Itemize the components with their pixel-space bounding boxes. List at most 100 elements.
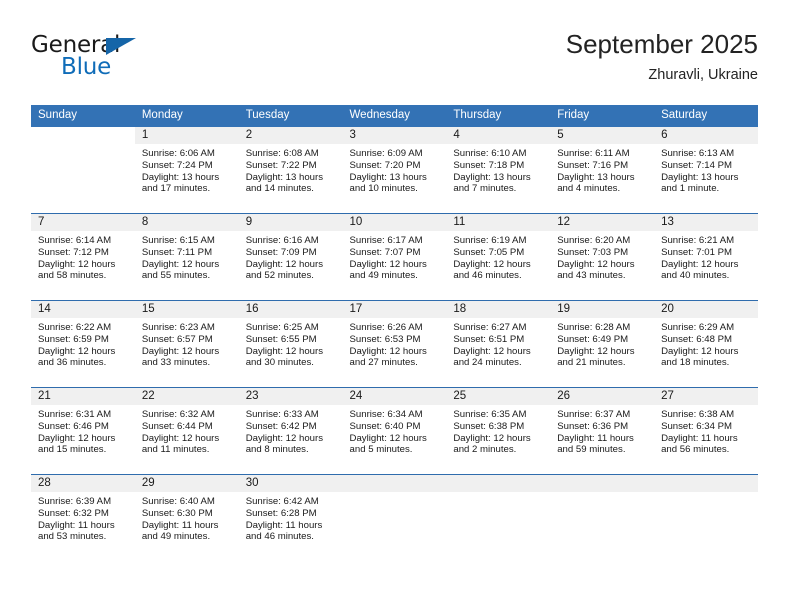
day-number: 28 [31,475,135,492]
daylight-duration-line1: Daylight: 12 hours [245,345,324,357]
daylight-duration-line2: and 55 minutes. [141,270,211,282]
day-cell-empty [550,475,655,561]
daylight-duration-line2: and 27 minutes. [349,357,418,369]
day-cell[interactable]: 16 Sunrise: 6:25 AM Sunset: 6:55 PM Dayligh… [238,301,343,387]
day-cell[interactable]: 4 Sunrise: 6:10 AM Sunset: 7:18 PM Daylight… [446,127,551,213]
sunset-time: Sunset: 7:18 PM [453,159,525,171]
day-number: 6 [654,127,758,144]
calendar-week-row: 1 Sunrise: 6:06 AM Sunset: 7:24 PM Daylight… [31,127,758,214]
daylight-duration-line1: Daylight: 11 hours [38,519,115,531]
day-cell[interactable]: 8 Sunrise: 6:15 AM Sunset: 7:11 PM Daylight… [134,214,239,300]
daylight-duration-line1: Daylight: 12 hours [557,345,635,357]
sunrise-time: Sunrise: 6:08 AM [245,148,319,159]
day-number: 25 [446,388,551,405]
day-number: 20 [654,301,758,318]
day-cell[interactable]: 12 Sunrise: 6:20 AM Sunset: 7:03 PM Dayligh… [550,214,655,300]
sunrise-time: Sunrise: 6:20 AM [557,235,631,246]
calendar-cell [31,127,135,214]
day-cell[interactable]: 15 Sunrise: 6:23 AM Sunset: 6:57 PM Dayligh… [134,301,239,387]
calendar-cell: 5 Sunrise: 6:11 AM Sunset: 7:16 PM Daylight… [550,127,655,214]
day-number: 19 [550,301,655,318]
calendar-week-row: 7 Sunrise: 6:14 AM Sunset: 7:12 PM Daylight… [31,213,758,301]
day-cell[interactable]: 30 Sunrise: 6:42 AM Sunset: 6:28 PM Dayligh… [238,475,343,561]
daylight-duration-line1: Daylight: 13 hours [661,171,739,183]
calendar-cell: 7 Sunrise: 6:14 AM Sunset: 7:12 PM Daylight… [31,213,135,301]
sunrise-time: Sunrise: 6:16 AM [245,235,319,246]
day-cell[interactable]: 22 Sunrise: 6:32 AM Sunset: 6:44 PM Dayligh… [134,388,239,474]
weekday-header-tuesday: Tuesday [238,105,343,127]
daylight-duration-line1: Daylight: 11 hours [661,432,738,444]
sunset-time: Sunset: 7:24 PM [141,159,213,171]
calendar-cell [342,474,447,561]
day-cell[interactable]: 5 Sunrise: 6:11 AM Sunset: 7:16 PM Daylight… [550,127,655,213]
sunrise-time: Sunrise: 6:26 AM [349,322,423,333]
day-number: 4 [446,127,551,144]
sunset-time: Sunset: 6:42 PM [245,420,317,432]
day-cell[interactable]: 24 Sunrise: 6:34 AM Sunset: 6:40 PM Dayligh… [342,388,447,474]
title-block: September 2025 Zhuravli, Ukraine [566,28,758,84]
day-cell[interactable]: 25 Sunrise: 6:35 AM Sunset: 6:38 PM Dayligh… [446,388,551,474]
day-cell[interactable]: 13 Sunrise: 6:21 AM Sunset: 7:01 PM Dayligh… [654,214,758,300]
day-cell[interactable]: 10 Sunrise: 6:17 AM Sunset: 7:07 PM Dayligh… [342,214,447,300]
sunrise-time: Sunrise: 6:42 AM [245,496,319,507]
daylight-duration-line2: and 33 minutes. [141,357,211,369]
calendar-cell [446,474,551,561]
daylight-duration-line2: and 40 minutes. [661,270,730,282]
daylight-duration-line2: and 11 minutes. [141,444,210,456]
daylight-duration-line2: and 46 minutes. [453,270,522,282]
calendar-cell: 27 Sunrise: 6:38 AM Sunset: 6:34 PM Dayligh… [654,387,758,475]
weekday-header-monday: Monday [134,105,239,127]
day-cell[interactable]: 3 Sunrise: 6:09 AM Sunset: 7:20 PM Daylight… [342,127,447,213]
sunrise-time: Sunrise: 6:17 AM [349,235,423,246]
brand-logo[interactable]: General Blue [31,32,231,88]
day-cell[interactable]: 9 Sunrise: 6:16 AM Sunset: 7:09 PM Daylight… [238,214,343,300]
day-cell[interactable]: 26 Sunrise: 6:37 AM Sunset: 6:36 PM Dayligh… [550,388,655,474]
day-number: 5 [550,127,655,144]
sunset-time: Sunset: 6:49 PM [557,333,629,345]
calendar-cell: 18 Sunrise: 6:27 AM Sunset: 6:51 PM Dayligh… [446,300,551,388]
day-details: Sunrise: 6:19 AM Sunset: 7:05 PM Daylight:… [446,231,550,282]
day-details: Sunrise: 6:29 AM Sunset: 6:48 PM Daylight:… [654,318,758,369]
day-cell[interactable]: 6 Sunrise: 6:13 AM Sunset: 7:14 PM Daylight… [654,127,758,213]
day-cell[interactable]: 7 Sunrise: 6:14 AM Sunset: 7:12 PM Daylight… [31,214,135,300]
day-number [550,475,655,492]
day-cell[interactable]: 20 Sunrise: 6:29 AM Sunset: 6:48 PM Dayligh… [654,301,758,387]
day-cell[interactable]: 18 Sunrise: 6:27 AM Sunset: 6:51 PM Dayligh… [446,301,551,387]
day-number: 7 [31,214,135,231]
day-cell[interactable]: 23 Sunrise: 6:33 AM Sunset: 6:42 PM Dayligh… [238,388,343,474]
sunset-time: Sunset: 6:51 PM [453,333,525,345]
day-cell[interactable]: 11 Sunrise: 6:19 AM Sunset: 7:05 PM Dayligh… [446,214,551,300]
day-cell[interactable]: 28 Sunrise: 6:39 AM Sunset: 6:32 PM Dayligh… [31,475,135,561]
daylight-duration-line1: Daylight: 12 hours [557,258,635,270]
sunset-time: Sunset: 6:55 PM [245,333,317,345]
day-cell[interactable]: 1 Sunrise: 6:06 AM Sunset: 7:24 PM Daylight… [134,127,239,213]
day-cell[interactable]: 17 Sunrise: 6:26 AM Sunset: 6:53 PM Dayligh… [342,301,447,387]
day-cell[interactable]: 27 Sunrise: 6:38 AM Sunset: 6:34 PM Dayligh… [654,388,758,474]
sunset-time: Sunset: 6:40 PM [349,420,421,432]
sunrise-time: Sunrise: 6:33 AM [245,409,319,420]
weekday-header-saturday: Saturday [654,105,758,127]
sunset-time: Sunset: 6:48 PM [661,333,732,345]
calendar-cell: 19 Sunrise: 6:28 AM Sunset: 6:49 PM Dayligh… [550,300,655,388]
daylight-duration-line2: and 30 minutes. [245,357,314,369]
calendar-cell: 16 Sunrise: 6:25 AM Sunset: 6:55 PM Dayligh… [238,300,343,388]
day-cell[interactable]: 2 Sunrise: 6:08 AM Sunset: 7:22 PM Daylight… [238,127,343,213]
day-cell[interactable]: 14 Sunrise: 6:22 AM Sunset: 6:59 PM Dayligh… [31,301,135,387]
daylight-duration-line1: Daylight: 12 hours [661,345,739,357]
day-details: Sunrise: 6:10 AM Sunset: 7:18 PM Daylight:… [446,144,550,195]
day-number: 10 [342,214,447,231]
calendar-cell: 1 Sunrise: 6:06 AM Sunset: 7:24 PM Daylight… [134,127,239,214]
day-cell[interactable]: 21 Sunrise: 6:31 AM Sunset: 6:46 PM Dayligh… [31,388,135,474]
daylight-duration-line2: and 15 minutes. [38,444,107,456]
day-details: Sunrise: 6:40 AM Sunset: 6:30 PM Daylight:… [135,492,239,543]
daylight-duration-line1: Daylight: 12 hours [453,432,531,444]
day-cell[interactable]: 19 Sunrise: 6:28 AM Sunset: 6:49 PM Dayligh… [550,301,655,387]
day-number: 26 [550,388,655,405]
day-cell[interactable]: 29 Sunrise: 6:40 AM Sunset: 6:30 PM Dayligh… [134,475,239,561]
day-number: 9 [238,214,343,231]
sunset-time: Sunset: 6:44 PM [141,420,213,432]
sunrise-time: Sunrise: 6:31 AM [38,409,112,420]
day-details: Sunrise: 6:15 AM Sunset: 7:11 PM Daylight:… [135,231,239,282]
daylight-duration-line2: and 5 minutes. [349,444,413,456]
daylight-duration-line1: Daylight: 12 hours [141,258,220,270]
